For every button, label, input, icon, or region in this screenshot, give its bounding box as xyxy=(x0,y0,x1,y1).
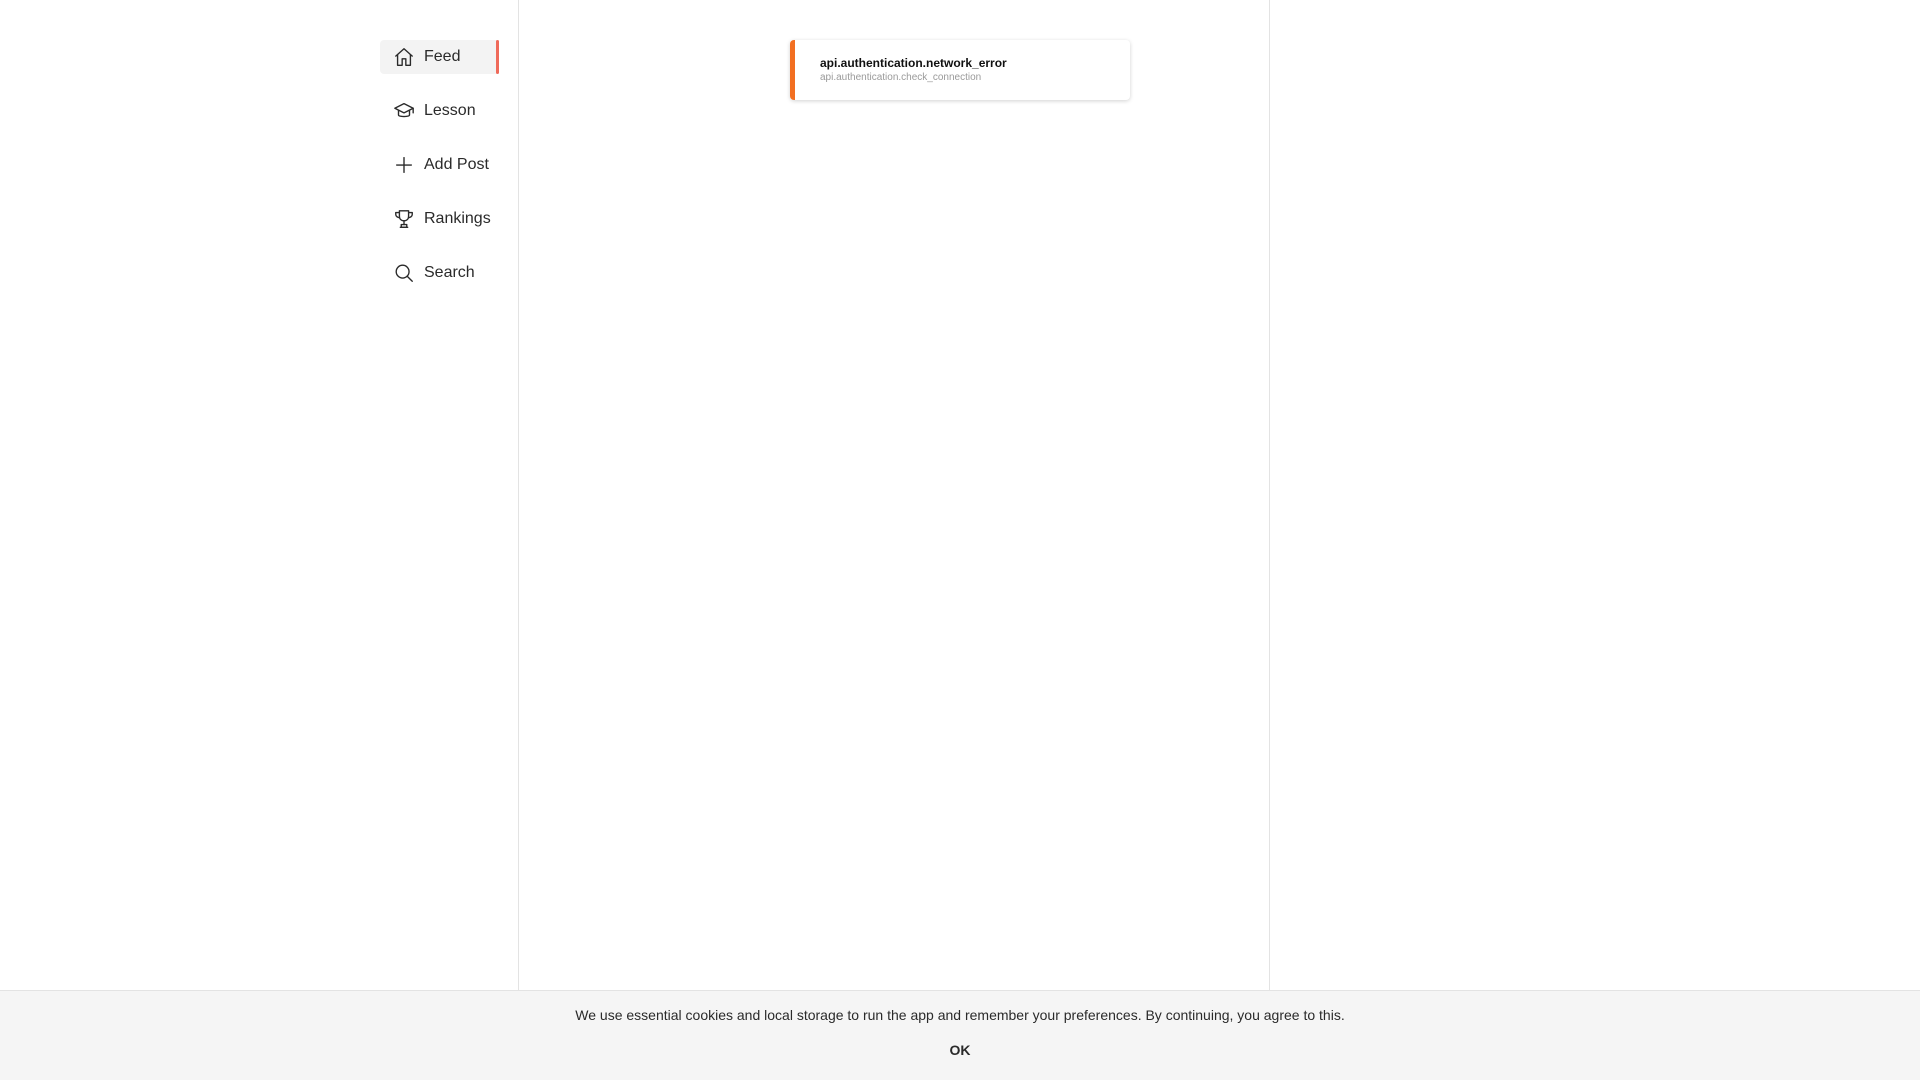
sidebar: Feed Lesson Add Post Rankings Search xyxy=(0,0,519,990)
sidebar-item-rankings[interactable]: Rankings xyxy=(380,202,499,236)
sidebar-item-label: Feed xyxy=(424,48,461,65)
sidebar-item-label: Search xyxy=(424,264,475,281)
sidebar-item-add-post[interactable]: Add Post xyxy=(380,148,499,182)
sidebar-item-lesson[interactable]: Lesson xyxy=(380,94,499,128)
trophy-icon xyxy=(392,207,416,231)
plus-icon xyxy=(392,153,416,177)
sidebar-item-search[interactable]: Search xyxy=(380,256,499,290)
cookie-banner-text: We use essential cookies and local stora… xyxy=(575,1007,1345,1023)
sidebar-item-feed[interactable]: Feed xyxy=(380,40,499,74)
app-root: Feed Lesson Add Post Rankings Search api… xyxy=(0,0,1920,1080)
cookie-banner: We use essential cookies and local stora… xyxy=(0,990,1920,1080)
sidebar-item-label: Lesson xyxy=(424,102,476,119)
sidebar-item-label: Rankings xyxy=(424,210,491,227)
sidebar-nav: Feed Lesson Add Post Rankings Search xyxy=(380,40,499,310)
toast-message: api.authentication.check_connection xyxy=(820,72,982,83)
home-icon xyxy=(392,45,416,69)
main-column: api.authentication.network_error api.aut… xyxy=(519,0,1270,990)
toast-accent-bar xyxy=(790,40,795,100)
toast-title: api.authentication.network_error xyxy=(820,56,1007,70)
error-toast[interactable]: api.authentication.network_error api.aut… xyxy=(790,40,1130,100)
graduation-cap-icon xyxy=(392,99,416,123)
sidebar-item-label: Add Post xyxy=(424,156,489,173)
cookie-ok-button[interactable]: OK xyxy=(930,1035,990,1065)
search-icon xyxy=(392,261,416,285)
